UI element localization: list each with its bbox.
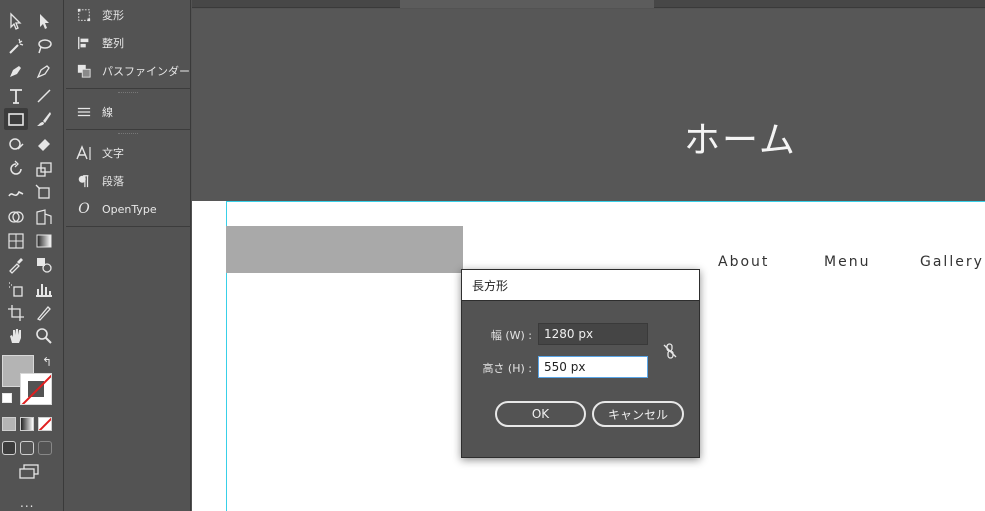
curvature-tool-icon[interactable] — [32, 60, 56, 82]
ok-button[interactable]: OK — [495, 401, 586, 427]
height-input[interactable]: 550 px — [538, 356, 648, 378]
paragraph-icon — [66, 174, 102, 188]
default-fill-stroke-icon[interactable] — [2, 393, 12, 403]
panel-item-label: OpenType — [102, 202, 157, 216]
side-panel-dock: 変形 整列 パスファインダー 線 文字 段落 O OpenType — [66, 0, 191, 511]
line-segment-tool-icon[interactable] — [32, 85, 56, 107]
panel-item-label: 文字 — [102, 147, 124, 160]
eraser-tool-icon[interactable] — [32, 133, 56, 155]
width-label: 幅 (W) : — [490, 329, 532, 342]
panel-item-label: 整列 — [102, 37, 124, 50]
blend-tool-icon[interactable] — [32, 254, 56, 276]
opentype-icon: O — [78, 201, 90, 217]
screen-mode-icon[interactable] — [18, 464, 40, 480]
dialog-title: 長方形 — [462, 270, 699, 301]
pasteboard-white — [192, 201, 226, 511]
pen-tool-icon[interactable] — [4, 60, 28, 82]
shaper-tool-icon[interactable] — [4, 133, 28, 155]
panel-grip[interactable] — [118, 133, 138, 135]
panel-divider — [66, 129, 191, 130]
panel-item-stroke[interactable]: 線 — [66, 100, 191, 124]
scale-tool-icon[interactable] — [32, 158, 56, 180]
nav-item-gallery: Gallery — [920, 254, 984, 270]
stroke-color-swatch[interactable] — [20, 373, 52, 405]
mesh-tool-icon[interactable] — [4, 230, 28, 252]
draw-behind-icon[interactable] — [20, 441, 34, 455]
width-input[interactable]: 1280 px — [538, 323, 648, 345]
panel-divider — [66, 88, 191, 89]
shape-builder-tool-icon[interactable] — [4, 206, 28, 228]
zoom-tool-icon[interactable] — [32, 325, 56, 347]
eyedropper-tool-icon[interactable] — [4, 254, 28, 276]
app-window: ↰ ... 変形 整列 パスファインダー 線 文字 段落 O OpenType … — [0, 0, 985, 511]
document-tab[interactable] — [400, 0, 654, 8]
logo-placeholder-rect[interactable] — [226, 226, 463, 273]
header-artboard-area — [192, 9, 985, 201]
tools-panel: ↰ ... — [0, 0, 64, 511]
warp-tool-icon[interactable] — [4, 182, 28, 204]
perspective-grid-tool-icon[interactable] — [32, 206, 56, 228]
none-mode-icon[interactable] — [38, 417, 52, 431]
document-tab-strip — [192, 0, 985, 8]
gradient-mode-icon[interactable] — [20, 417, 34, 431]
type-tool-icon[interactable] — [4, 85, 28, 107]
slice-tool-icon[interactable] — [32, 302, 56, 324]
artboard-tool-icon[interactable] — [4, 302, 28, 324]
panel-item-opentype[interactable]: O OpenType — [66, 197, 191, 221]
nav-item-about: About — [718, 254, 770, 270]
pathfinder-icon — [66, 64, 102, 78]
constrain-proportions-icon[interactable] — [662, 343, 678, 359]
stroke-icon — [66, 105, 102, 119]
selection-tool-icon[interactable] — [4, 10, 28, 32]
panel-item-align[interactable]: 整列 — [66, 31, 191, 55]
hero-title: ホーム — [684, 120, 797, 161]
transform-icon — [66, 8, 102, 22]
rectangle-dialog: 長方形 幅 (W) : 1280 px 高さ (H) : 550 px OK キ… — [461, 269, 700, 458]
hand-tool-icon[interactable] — [4, 325, 28, 347]
draw-normal-icon[interactable] — [2, 441, 16, 455]
direct-selection-tool-icon[interactable] — [32, 10, 56, 32]
symbol-sprayer-tool-icon[interactable] — [4, 278, 28, 300]
magic-wand-tool-icon[interactable] — [4, 35, 28, 57]
column-graph-tool-icon[interactable] — [32, 278, 56, 300]
edit-toolbar-button[interactable]: ... — [20, 496, 34, 510]
swap-fill-stroke-icon[interactable]: ↰ — [42, 355, 56, 369]
align-icon — [66, 36, 102, 50]
panel-divider — [66, 226, 191, 227]
panel-item-label: 段落 — [102, 175, 124, 188]
rectangle-tool-icon[interactable] — [4, 108, 28, 130]
height-label: 高さ (H) : — [482, 362, 532, 375]
panel-item-paragraph[interactable]: 段落 — [66, 169, 191, 193]
paintbrush-tool-icon[interactable] — [32, 108, 56, 130]
panel-item-label: 線 — [102, 106, 113, 119]
panel-item-pathfinder[interactable]: パスファインダー — [66, 59, 191, 83]
color-mode-icon[interactable] — [2, 417, 16, 431]
nav-item-menu: Menu — [824, 254, 871, 270]
cancel-button[interactable]: キャンセル — [592, 401, 684, 427]
panel-item-label: 変形 — [102, 9, 124, 22]
panel-item-character[interactable]: 文字 — [66, 141, 191, 165]
rotate-tool-icon[interactable] — [4, 158, 28, 180]
panel-grip[interactable] — [118, 92, 138, 94]
lasso-tool-icon[interactable] — [32, 35, 56, 57]
panel-item-transform[interactable]: 変形 — [66, 3, 191, 27]
draw-inside-icon[interactable] — [38, 441, 52, 455]
panel-item-label: パスファインダー — [102, 65, 190, 78]
character-icon — [66, 145, 102, 161]
gradient-tool-icon[interactable] — [32, 230, 56, 252]
free-transform-tool-icon[interactable] — [32, 182, 56, 204]
